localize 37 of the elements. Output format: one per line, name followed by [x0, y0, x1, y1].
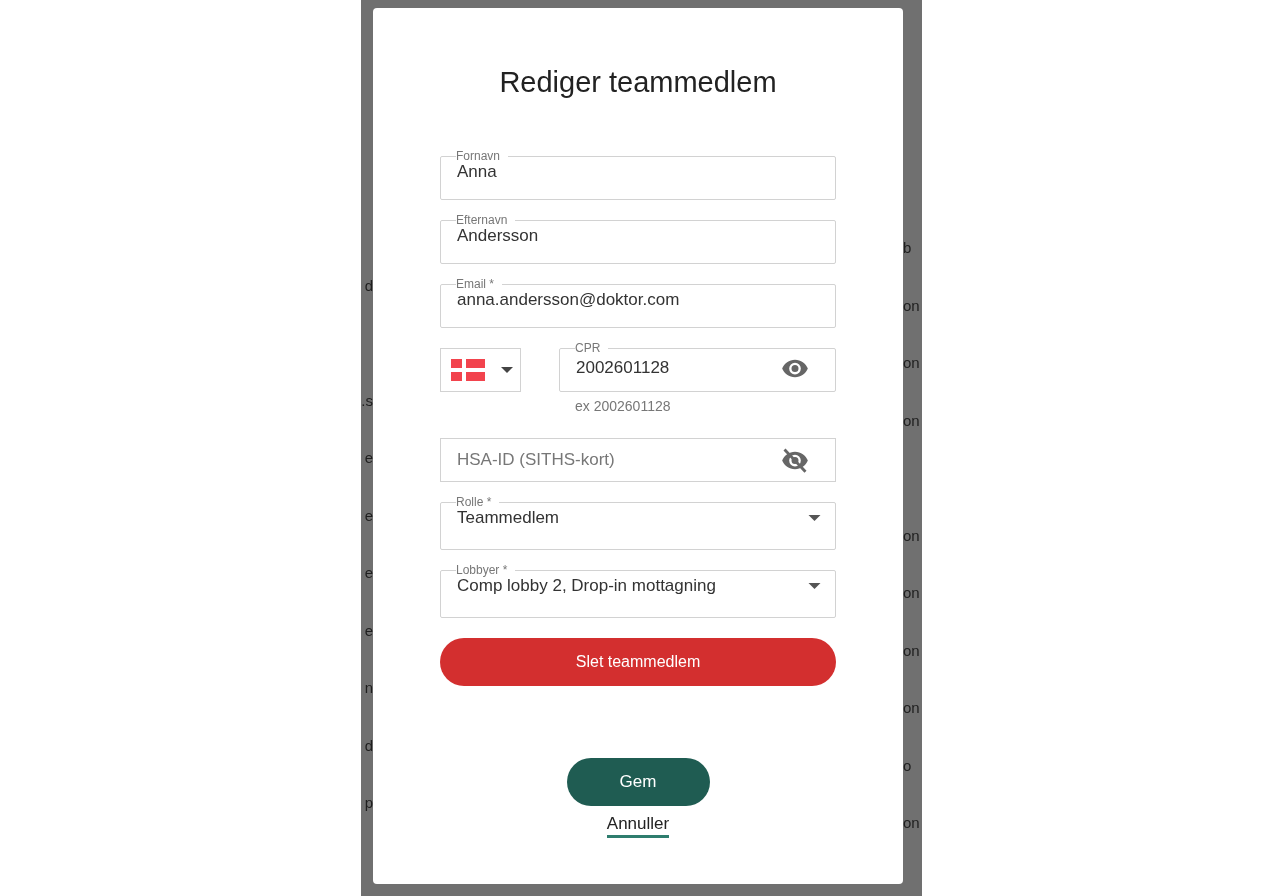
- cancel-link[interactable]: Annuller: [606, 814, 670, 838]
- helper-text: ex 2002601128: [574, 398, 672, 414]
- background-text: d: [364, 276, 373, 296]
- background-text: on: [903, 411, 920, 430]
- background-text: e: [364, 564, 373, 583]
- cpr-field[interactable]: CPR 2002601128: [559, 342, 836, 392]
- background-text: e: [364, 621, 373, 641]
- background-text: o: [903, 756, 912, 775]
- background-text: e: [364, 506, 373, 526]
- background-text: .s: [361, 391, 373, 411]
- caret-icon: [808, 515, 821, 521]
- text-field[interactable]: Email * anna.andersson@doktor.com: [440, 278, 836, 328]
- background-text: d: [364, 736, 373, 756]
- background-text: on: [903, 641, 920, 660]
- background-text: p: [364, 794, 373, 813]
- text-field[interactable]: Fornavn Anna: [440, 150, 836, 200]
- background-text: e: [364, 449, 373, 468]
- country-select[interactable]: [440, 348, 521, 392]
- background-text: on: [903, 354, 920, 372]
- background-text: b: [903, 239, 912, 257]
- delete-button[interactable]: Slet teammedlem: [440, 638, 836, 686]
- background-text: on: [903, 584, 920, 602]
- dialog-title: Rediger teammedlem: [499, 65, 777, 100]
- flag-icon: [451, 359, 485, 381]
- caret-icon: [501, 367, 513, 373]
- select-field[interactable]: Lobbyer * Comp lobby 2, Drop-in mottagning: [440, 564, 836, 618]
- background-text: n: [364, 679, 373, 698]
- background-text: on: [903, 814, 920, 832]
- hsa-id-field[interactable]: HSA-ID (SITHS-kort): [440, 438, 836, 482]
- save-button[interactable]: Gem: [566, 758, 710, 806]
- background-text: on: [903, 296, 920, 315]
- text-field[interactable]: Efternavn Andersson: [440, 214, 836, 264]
- select-field[interactable]: Rolle * Teammedlem: [440, 496, 836, 550]
- eye-slash-icon[interactable]: [781, 446, 809, 474]
- background-text: on: [903, 526, 920, 545]
- caret-icon: [808, 583, 821, 589]
- background-text: on: [903, 699, 920, 717]
